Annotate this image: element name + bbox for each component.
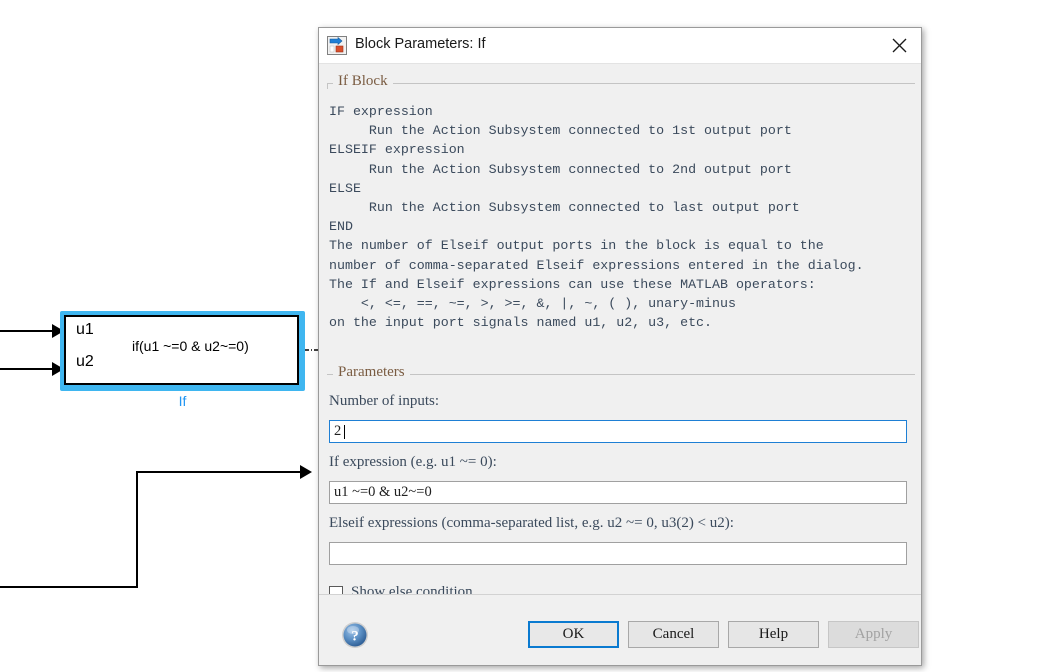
- elseif-expressions-label: Elseif expressions (comma-separated list…: [329, 515, 734, 531]
- block-expression-text: if(u1 ~=0 & u2~=0): [132, 338, 249, 354]
- if-expression-label: If expression (e.g. u1 ~= 0):: [329, 454, 497, 470]
- if-block-group[interactable]: u1 u2 if(u1 ~=0 & u2~=0) If: [60, 311, 305, 409]
- signal-line-u2[interactable]: [0, 368, 55, 370]
- group-label-if-block: If Block: [333, 73, 393, 90]
- svg-text:?: ?: [351, 629, 359, 645]
- signal-line-lower-top[interactable]: [136, 471, 304, 473]
- help-button[interactable]: Help: [728, 621, 819, 648]
- simulink-block-icon: [327, 36, 347, 55]
- block-parameters-dialog[interactable]: Block Parameters: If If Block IF express…: [318, 27, 922, 666]
- help-question-icon[interactable]: ?: [341, 621, 369, 649]
- signal-line-lower-horizontal[interactable]: [0, 586, 138, 588]
- group-separator-top: [327, 83, 915, 84]
- elseif-expressions-input[interactable]: [329, 542, 907, 565]
- block-port-label-u1: u1: [76, 321, 94, 338]
- parameters-separator: [327, 374, 915, 375]
- dialog-titlebar[interactable]: Block Parameters: If: [319, 28, 921, 64]
- num-inputs-value: 2: [334, 423, 342, 439]
- ok-button[interactable]: OK: [528, 621, 619, 648]
- dialog-footer: ? OK Cancel Help Apply: [319, 595, 921, 665]
- dialog-title: Block Parameters: If: [355, 36, 486, 52]
- text-caret: [344, 425, 345, 439]
- group-separator-left: [327, 83, 328, 89]
- group-label-parameters: Parameters: [333, 364, 410, 381]
- block-port-label-u2: u2: [76, 353, 94, 370]
- cancel-button[interactable]: Cancel: [628, 621, 719, 648]
- apply-button: Apply: [828, 621, 919, 648]
- if-block-description-text: IF expression Run the Action Subsystem c…: [329, 104, 864, 331]
- if-expression-value: u1 ~=0 & u2~=0: [334, 484, 432, 500]
- dialog-body: If Block IF expression Run the Action Su…: [319, 64, 921, 630]
- if-block[interactable]: u1 u2 if(u1 ~=0 & u2~=0): [64, 315, 299, 385]
- signal-arrow-lower: [300, 465, 312, 479]
- signal-line-lower-vertical[interactable]: [136, 473, 138, 588]
- signal-line-u1[interactable]: [0, 330, 55, 332]
- num-inputs-input[interactable]: 2: [329, 420, 907, 443]
- if-expression-input[interactable]: u1 ~=0 & u2~=0: [329, 481, 907, 504]
- close-icon[interactable]: [877, 28, 921, 63]
- block-name-label: If: [178, 393, 187, 409]
- num-inputs-label: Number of inputs:: [329, 393, 439, 409]
